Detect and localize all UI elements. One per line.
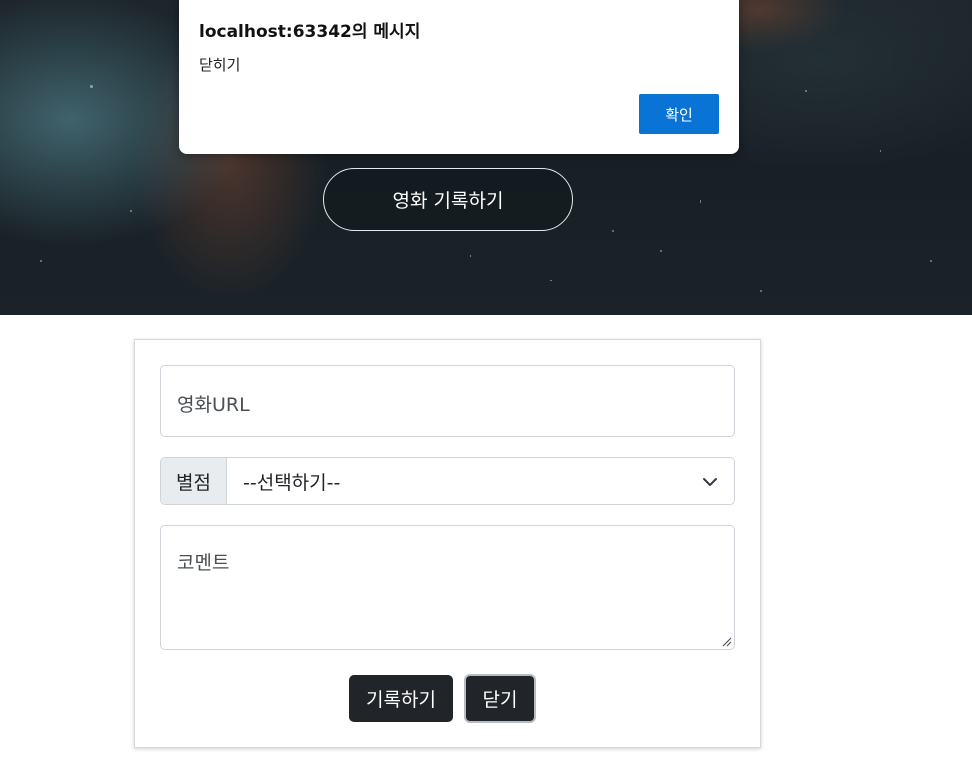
chevron-down-icon	[703, 478, 717, 486]
dialog-ok-button[interactable]: 확인	[639, 94, 719, 134]
hero-texture	[130, 210, 132, 212]
hero-texture	[700, 200, 701, 203]
movie-form-card: 영화URL 별점 --선택하기-- 코멘트 기록하기 닫기	[134, 339, 761, 748]
close-form-button[interactable]: 닫기	[464, 674, 536, 723]
rating-select[interactable]: --선택하기--	[227, 458, 734, 504]
resize-handle-icon[interactable]	[720, 635, 732, 647]
hero-texture	[660, 250, 662, 252]
save-record-label: 기록하기	[366, 689, 436, 711]
dialog-title: localhost:63342의 메시지	[199, 22, 421, 42]
hero-texture	[612, 230, 614, 232]
rating-selected-value: --선택하기--	[243, 471, 341, 494]
movie-url-placeholder: 영화URL	[177, 394, 250, 416]
hero-texture	[550, 280, 552, 281]
save-record-button[interactable]: 기록하기	[349, 675, 453, 722]
hero-texture	[760, 290, 762, 292]
close-form-label: 닫기	[482, 689, 518, 711]
movie-url-input[interactable]: 영화URL	[160, 365, 735, 437]
dialog-ok-label: 확인	[665, 105, 693, 124]
record-movie-button-label: 영화 기록하기	[392, 190, 504, 212]
alert-dialog: localhost:63342의 메시지 닫히기 확인	[179, 0, 739, 154]
comment-textarea[interactable]: 코멘트	[160, 525, 735, 650]
record-movie-button[interactable]: 영화 기록하기	[323, 168, 573, 231]
dialog-message: 닫히기	[199, 56, 241, 74]
rating-select-group: 별점 --선택하기--	[160, 457, 735, 505]
comment-placeholder: 코멘트	[177, 552, 230, 574]
hero-texture	[805, 90, 807, 92]
hero-texture	[470, 255, 471, 257]
hero-texture	[40, 260, 42, 262]
hero-texture	[880, 150, 881, 152]
hero-texture	[90, 85, 93, 88]
hero-texture	[930, 260, 932, 262]
rating-label: 별점	[161, 458, 227, 504]
